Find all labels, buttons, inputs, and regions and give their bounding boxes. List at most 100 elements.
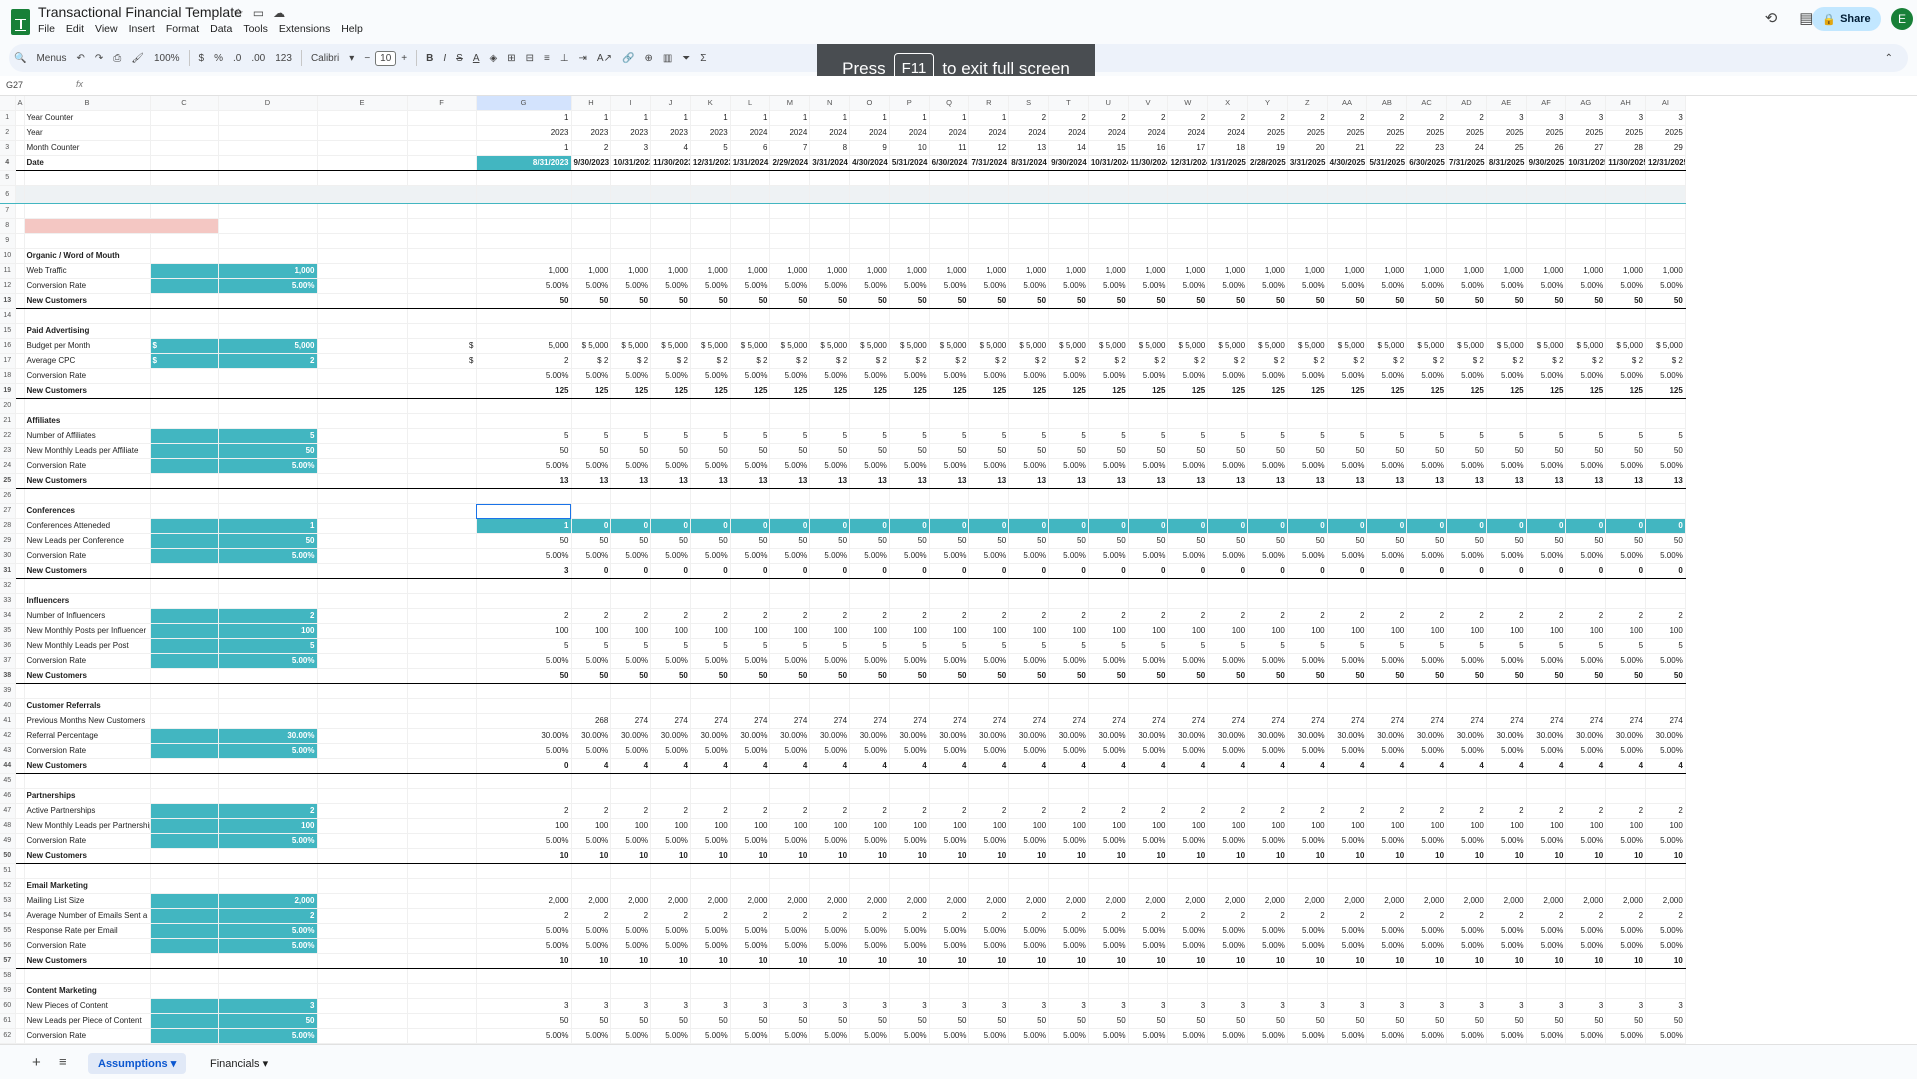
value-cell[interactable]: 0 (610, 518, 652, 535)
value-cell[interactable]: 5.00% (1088, 923, 1129, 940)
value-cell[interactable] (1088, 323, 1129, 340)
total-value[interactable]: 10 (1526, 848, 1567, 865)
value-cell[interactable]: 30.00% (1605, 728, 1647, 745)
value-cell[interactable] (650, 683, 691, 700)
value-cell[interactable] (1247, 878, 1288, 895)
value-cell[interactable]: 5.00% (1287, 938, 1328, 955)
value-cell[interactable] (476, 713, 572, 730)
timeline-date[interactable]: 6/30/2024 (929, 155, 970, 172)
value-cell[interactable]: 30.00% (1287, 728, 1328, 745)
cell[interactable] (1128, 218, 1169, 235)
value-cell[interactable]: 50 (1446, 443, 1487, 460)
value-cell[interactable]: 5.00% (1088, 1028, 1129, 1044)
value-cell[interactable] (849, 398, 890, 415)
cell[interactable] (1128, 185, 1169, 205)
value-cell[interactable] (929, 773, 970, 790)
total-value[interactable]: 0 (929, 563, 970, 580)
column-header[interactable]: AG (1565, 96, 1607, 112)
cell[interactable] (317, 683, 408, 700)
cell[interactable] (849, 203, 890, 220)
timeline-year[interactable]: 2024 (730, 125, 771, 142)
cell[interactable] (968, 185, 1010, 205)
cell[interactable] (15, 623, 25, 640)
timeline-date[interactable]: 7/31/2024 (968, 155, 1010, 172)
value-cell[interactable] (1207, 233, 1249, 250)
cell[interactable] (15, 203, 25, 220)
cell[interactable] (1605, 185, 1647, 205)
value-cell[interactable]: 5 (1287, 428, 1328, 445)
value-cell[interactable]: 2,000 (889, 893, 930, 910)
total-value[interactable]: 0 (1565, 563, 1607, 580)
value-cell[interactable] (1287, 788, 1328, 805)
value-cell[interactable] (1287, 323, 1328, 340)
total-value[interactable]: 125 (809, 383, 851, 400)
value-cell[interactable]: 5.00% (1247, 368, 1288, 385)
value-cell[interactable] (730, 683, 771, 700)
cell[interactable] (1486, 203, 1527, 220)
value-cell[interactable]: 3 (571, 998, 612, 1015)
total-value[interactable]: 50 (1446, 668, 1487, 685)
value-cell[interactable] (476, 488, 572, 505)
value-cell[interactable]: 5.00% (1446, 938, 1487, 955)
value-cell[interactable] (889, 413, 930, 430)
value-cell[interactable] (968, 248, 1010, 265)
value-cell[interactable]: 100 (690, 818, 731, 835)
total-value[interactable]: 50 (1645, 293, 1686, 310)
value-cell[interactable]: 2 (889, 908, 930, 925)
cell[interactable] (407, 218, 477, 235)
cell[interactable] (15, 608, 25, 625)
total-value[interactable]: 125 (1366, 383, 1408, 400)
total-value[interactable]: 13 (1287, 473, 1328, 490)
value-cell[interactable]: 2 (1526, 908, 1567, 925)
value-cell[interactable] (809, 593, 851, 610)
total-value[interactable]: 50 (929, 668, 970, 685)
value-cell[interactable]: 5.00% (1287, 653, 1328, 670)
redo-icon[interactable]: ↷ (90, 53, 108, 64)
value-cell[interactable] (1088, 488, 1129, 505)
value-cell[interactable] (889, 323, 930, 340)
value-cell[interactable]: 5.00% (476, 938, 572, 955)
value-cell[interactable] (1486, 698, 1527, 715)
value-cell[interactable]: 5.00% (1526, 548, 1567, 565)
value-cell[interactable]: 2 (730, 608, 771, 625)
value-cell[interactable]: 274 (730, 713, 771, 730)
column-header[interactable]: N (809, 96, 851, 112)
cell[interactable] (407, 293, 477, 310)
total-value[interactable]: 125 (929, 383, 970, 400)
cell[interactable] (407, 683, 477, 700)
value-cell[interactable]: 2 (1366, 803, 1408, 820)
cell[interactable] (150, 368, 219, 385)
value-cell[interactable] (1008, 788, 1050, 805)
value-cell[interactable]: $ 5,000 (1366, 338, 1408, 355)
value-cell[interactable]: 5.00% (1366, 938, 1408, 955)
total-value[interactable]: 10 (889, 848, 930, 865)
value-cell[interactable] (968, 878, 1010, 895)
value-cell[interactable] (571, 398, 612, 415)
value-cell[interactable] (1486, 248, 1527, 265)
value-cell[interactable]: 5.00% (730, 833, 771, 850)
value-cell[interactable] (610, 968, 652, 985)
cell[interactable] (317, 248, 408, 265)
value-cell[interactable] (929, 863, 970, 880)
value-cell[interactable] (849, 698, 890, 715)
paint-format-icon[interactable]: 🖌 (126, 53, 149, 64)
total-value[interactable]: 50 (929, 293, 970, 310)
value-cell[interactable]: 5.00% (571, 458, 612, 475)
value-cell[interactable]: 5,000 (476, 338, 572, 355)
cell[interactable] (407, 140, 477, 157)
value-cell[interactable]: 2,000 (968, 893, 1010, 910)
value-cell[interactable] (1645, 863, 1686, 880)
value-cell[interactable] (769, 503, 811, 520)
input-cell[interactable]: 100 (218, 623, 318, 640)
value-cell[interactable]: 2 (849, 608, 890, 625)
value-cell[interactable]: 5 (1366, 638, 1408, 655)
value-cell[interactable]: 5.00% (929, 923, 970, 940)
cell[interactable] (1167, 185, 1209, 205)
cell[interactable] (15, 863, 25, 880)
value-cell[interactable]: 2 (1128, 803, 1169, 820)
total-value[interactable]: 4 (1048, 758, 1089, 775)
value-cell[interactable]: 5.00% (1366, 653, 1408, 670)
value-cell[interactable] (610, 983, 652, 1000)
value-cell[interactable] (1366, 863, 1408, 880)
input-currency[interactable] (150, 938, 219, 955)
